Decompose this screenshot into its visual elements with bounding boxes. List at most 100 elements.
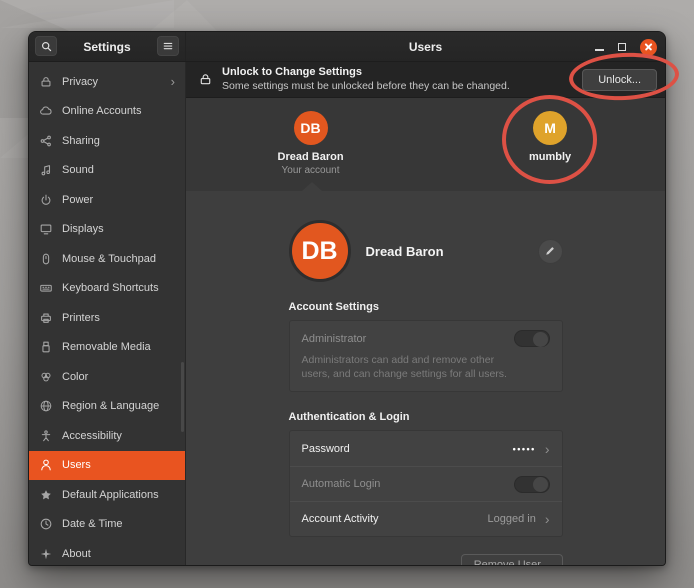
- banner-text: Unlock to Change Settings Some settings …: [222, 66, 510, 93]
- color-icon: [39, 370, 53, 384]
- sidebar-item-label: Users: [62, 459, 91, 471]
- administrator-description: Administrators can add and remove other …: [302, 353, 512, 381]
- unlock-button[interactable]: Unlock...: [582, 69, 657, 91]
- sidebar-item-online-accounts[interactable]: Online Accounts: [29, 97, 185, 127]
- maximize-button[interactable]: [618, 43, 626, 51]
- users-panel: Unlock to Change Settings Some settings …: [186, 62, 665, 565]
- sidebar-item-privacy[interactable]: Privacy ›: [29, 67, 185, 97]
- automatic-login-label: Automatic Login: [302, 478, 381, 490]
- usb-drive-icon: [39, 340, 53, 354]
- close-button[interactable]: [640, 39, 657, 56]
- mouse-icon: [39, 252, 53, 266]
- pencil-icon: [544, 245, 556, 257]
- sidebar-item-about[interactable]: About: [29, 539, 185, 566]
- sidebar-item-label: Displays: [62, 223, 104, 235]
- sidebar-item-color[interactable]: Color: [29, 362, 185, 392]
- profile-name: Dread Baron: [366, 244, 444, 259]
- headerbar: Settings Users: [29, 32, 665, 62]
- clock-icon: [39, 517, 53, 531]
- sidebar-item-date-time[interactable]: Date & Time: [29, 510, 185, 540]
- maximize-icon: [618, 43, 626, 51]
- auth-login-card: Password ••••• › Automatic Login Account…: [289, 430, 563, 537]
- remove-user-button[interactable]: Remove User...: [461, 554, 563, 566]
- display-icon: [39, 222, 53, 236]
- power-icon: [39, 193, 53, 207]
- sidebar-item-removable-media[interactable]: Removable Media: [29, 333, 185, 363]
- sidebar-item-label: Online Accounts: [62, 105, 142, 117]
- sidebar-item-label: Region & Language: [62, 400, 159, 412]
- avatar: DB: [294, 111, 328, 145]
- menu-button[interactable]: [157, 36, 179, 56]
- window-body: Privacy › Online Accounts Sharing Sound …: [29, 62, 665, 565]
- administrator-toggle[interactable]: [514, 330, 550, 347]
- selected-user-notch: [302, 182, 322, 191]
- sidebar-item-users[interactable]: Users: [29, 451, 185, 481]
- headerbar-sidebar-section: Settings: [29, 32, 186, 61]
- lock-icon: [198, 72, 213, 87]
- printer-icon: [39, 311, 53, 325]
- wallpaper-facet: [0, 0, 174, 28]
- password-label: Password: [302, 443, 350, 455]
- sidebar-item-label: Power: [62, 194, 93, 206]
- sidebar-item-label: Sound: [62, 164, 94, 176]
- user-carousel: DB Dread Baron Your account M mumbly: [186, 98, 665, 191]
- sidebar-item-label: Printers: [62, 312, 100, 324]
- sidebar-item-label: Date & Time: [62, 518, 123, 530]
- share-icon: [39, 134, 53, 148]
- rename-button[interactable]: [538, 239, 563, 264]
- account-activity-label: Account Activity: [302, 513, 379, 525]
- music-note-icon: [39, 163, 53, 177]
- hamburger-icon: [162, 40, 174, 52]
- automatic-login-row: Automatic Login: [290, 466, 562, 501]
- search-button[interactable]: [35, 36, 57, 56]
- sidebar-item-label: Accessibility: [62, 430, 122, 442]
- account-activity-row[interactable]: Account Activity Logged in ›: [290, 501, 562, 536]
- password-row[interactable]: Password ••••• ›: [290, 431, 562, 466]
- accessibility-icon: [39, 429, 53, 443]
- chevron-right-icon: ›: [545, 442, 550, 456]
- user-name: mumbly: [490, 151, 610, 163]
- banner-subtitle: Some settings must be unlocked before th…: [222, 80, 510, 93]
- sidebar-item-mouse-touchpad[interactable]: Mouse & Touchpad: [29, 244, 185, 274]
- avatar[interactable]: DB: [289, 220, 351, 282]
- sidebar-item-label: Keyboard Shortcuts: [62, 282, 159, 294]
- panel-title: Users: [409, 40, 442, 54]
- sidebar-item-label: Default Applications: [62, 489, 159, 501]
- avatar: M: [533, 111, 567, 145]
- sidebar-item-power[interactable]: Power: [29, 185, 185, 215]
- sidebar-item-default-applications[interactable]: Default Applications: [29, 480, 185, 510]
- sidebar-item-sharing[interactable]: Sharing: [29, 126, 185, 156]
- account-settings-card: Administrator Administrators can add and…: [289, 320, 563, 392]
- user-chip-mumbly[interactable]: M mumbly: [490, 111, 610, 163]
- sidebar-item-printers[interactable]: Printers: [29, 303, 185, 333]
- password-value: •••••: [513, 444, 536, 454]
- star-icon: [39, 488, 53, 502]
- app-title: Settings: [83, 40, 130, 54]
- sidebar-item-label: Privacy: [62, 76, 98, 88]
- lock-icon: [39, 75, 53, 89]
- globe-icon: [39, 399, 53, 413]
- keyboard-icon: [39, 281, 53, 295]
- sidebar-item-displays[interactable]: Displays: [29, 215, 185, 245]
- sidebar-item-label: About: [62, 548, 91, 560]
- user-chip-dread-baron[interactable]: DB Dread Baron Your account: [251, 111, 371, 176]
- account-activity-value: Logged in: [488, 513, 536, 525]
- automatic-login-toggle[interactable]: [514, 476, 550, 493]
- sidebar-item-label: Color: [62, 371, 88, 383]
- sidebar-item-sound[interactable]: Sound: [29, 156, 185, 186]
- starburst-icon: [39, 547, 53, 561]
- sidebar-item-keyboard-shortcuts[interactable]: Keyboard Shortcuts: [29, 274, 185, 304]
- sidebar-scrollbar[interactable]: [181, 362, 184, 432]
- user-name: Dread Baron: [251, 151, 371, 163]
- users-icon: [39, 458, 53, 472]
- profile-row: DB Dread Baron: [289, 220, 563, 282]
- chevron-right-icon: ›: [171, 74, 175, 89]
- search-icon: [40, 40, 53, 53]
- minimize-button[interactable]: [595, 43, 604, 51]
- sidebar-item-accessibility[interactable]: Accessibility: [29, 421, 185, 451]
- settings-window: Settings Users Privacy ›: [28, 31, 666, 566]
- user-detail-area: DB Dread Baron Account Settings Administ…: [186, 191, 665, 565]
- banner-title: Unlock to Change Settings: [222, 66, 510, 80]
- toggle-knob: [533, 477, 548, 492]
- sidebar-item-region-language[interactable]: Region & Language: [29, 392, 185, 422]
